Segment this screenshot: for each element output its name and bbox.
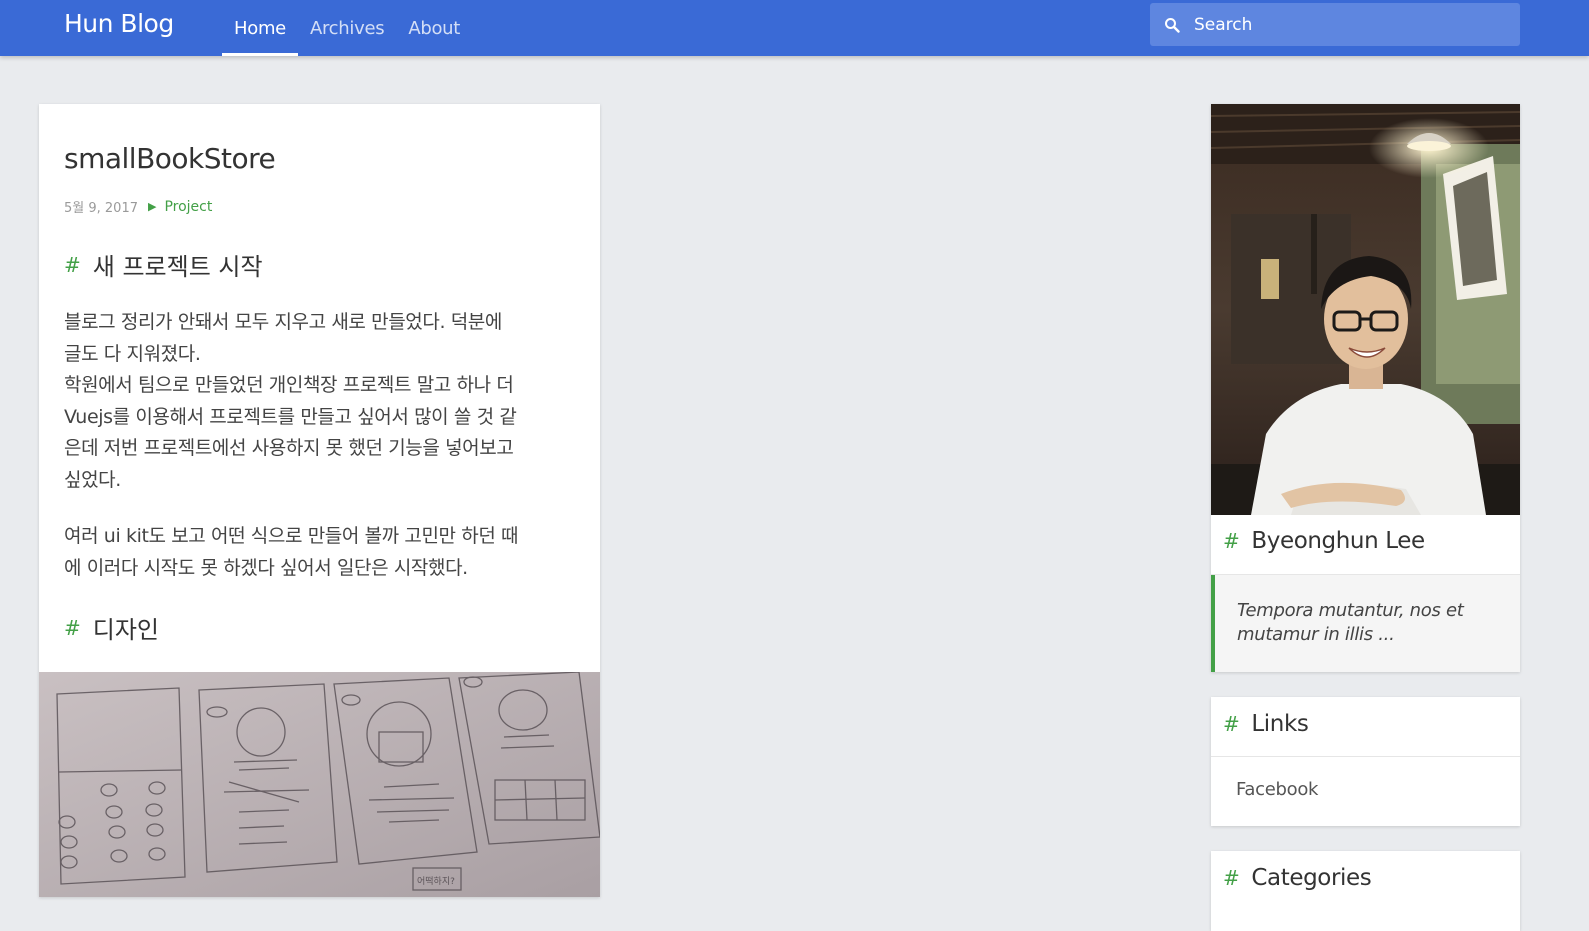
post-title[interactable]: smallBookStore [64, 142, 276, 175]
link-facebook[interactable]: Facebook [1236, 779, 1318, 800]
post-category-link[interactable]: Project [164, 199, 212, 215]
links-title: Links [1251, 711, 1309, 737]
profile-name-heading: # Byeonghun Lee [1223, 528, 1425, 554]
design-sketch-image: 어떡하지? [39, 672, 600, 897]
hash-icon: # [1223, 866, 1240, 890]
quote-line: Tempora mutantur, nos et [1237, 600, 1464, 621]
quote-text: Tempora mutantur, nos et mutamur in illi… [1237, 599, 1487, 647]
nav-item-home[interactable]: Home [222, 0, 298, 56]
divider [1211, 756, 1520, 757]
paragraph-line: 글도 다 지워졌다. [64, 342, 201, 365]
hash-icon: # [64, 615, 81, 640]
post-date: 5월 9, 2017 [64, 201, 138, 216]
paragraph-line: Vuejs를 이용해서 프로젝트를 만들고 싶어서 많이 쓸 것 같 [64, 405, 517, 428]
section-heading: # 새 프로젝트 시작 [64, 247, 263, 282]
post-meta: 5월 9, 2017 ▶ Project [64, 197, 212, 217]
paragraph-line: 은데 저번 프로젝트에선 사용하지 못 했던 기능을 넣어보고 [64, 437, 514, 459]
search-input[interactable] [1194, 14, 1494, 35]
quote-line: mutamur in illis ... [1237, 624, 1395, 645]
play-arrow-icon: ▶ [147, 200, 157, 213]
section-heading-text: 새 프로젝트 시작 [92, 253, 263, 281]
paragraph-line: 여러 ui kit도 보고 어떤 식으로 만들어 볼까 고민만 하던 때 [64, 525, 519, 547]
hash-icon: # [1223, 712, 1240, 736]
paragraph-line: 에 이러다 시작도 못 하겠다 싶어서 일단은 시작했다. [64, 556, 468, 579]
categories-card: # Categories [1211, 851, 1520, 931]
search-box[interactable] [1150, 3, 1520, 46]
main-nav: Home Archives About [222, 0, 472, 56]
paragraph-line: 싶었다. [64, 468, 121, 491]
post-card: smallBookStore 5월 9, 2017 ▶ Project # 새 … [39, 104, 600, 897]
top-navbar: Hun Blog Home Archives About [0, 0, 1589, 56]
categories-heading: # Categories [1223, 865, 1372, 891]
nav-item-archives[interactable]: Archives [298, 0, 396, 56]
post-paragraph: 여러 ui kit도 보고 어떤 식으로 만들어 볼까 고민만 하던 때 에 이… [64, 521, 579, 584]
profile-card: # Byeonghun Lee Tempora mutantur, nos et… [1211, 104, 1520, 672]
sketch-note: 어떡하지? [417, 876, 455, 887]
hash-icon: # [64, 252, 81, 277]
nav-item-about[interactable]: About [396, 0, 472, 56]
site-brand[interactable]: Hun Blog [64, 9, 174, 38]
search-icon[interactable] [1150, 3, 1194, 46]
profile-name: Byeonghun Lee [1251, 528, 1425, 554]
profile-photo [1211, 104, 1520, 515]
paragraph-line: 학원에서 팀으로 만들었던 개인책장 프로젝트 말고 하나 더 [64, 374, 514, 396]
links-card: # Links Facebook [1211, 697, 1520, 826]
categories-title: Categories [1251, 865, 1372, 891]
links-heading: # Links [1223, 711, 1309, 737]
hash-icon: # [1223, 529, 1240, 553]
paragraph-line: 블로그 정리가 안돼서 모두 지우고 새로 만들었다. 덕분에 [64, 311, 502, 333]
profile-quote: Tempora mutantur, nos et mutamur in illi… [1211, 575, 1520, 672]
section-heading-text: 디자인 [92, 616, 160, 644]
post-paragraph: 블로그 정리가 안돼서 모두 지우고 새로 만들었다. 덕분에 글도 다 지워졌… [64, 307, 579, 496]
section-heading: # 디자인 [64, 610, 159, 645]
